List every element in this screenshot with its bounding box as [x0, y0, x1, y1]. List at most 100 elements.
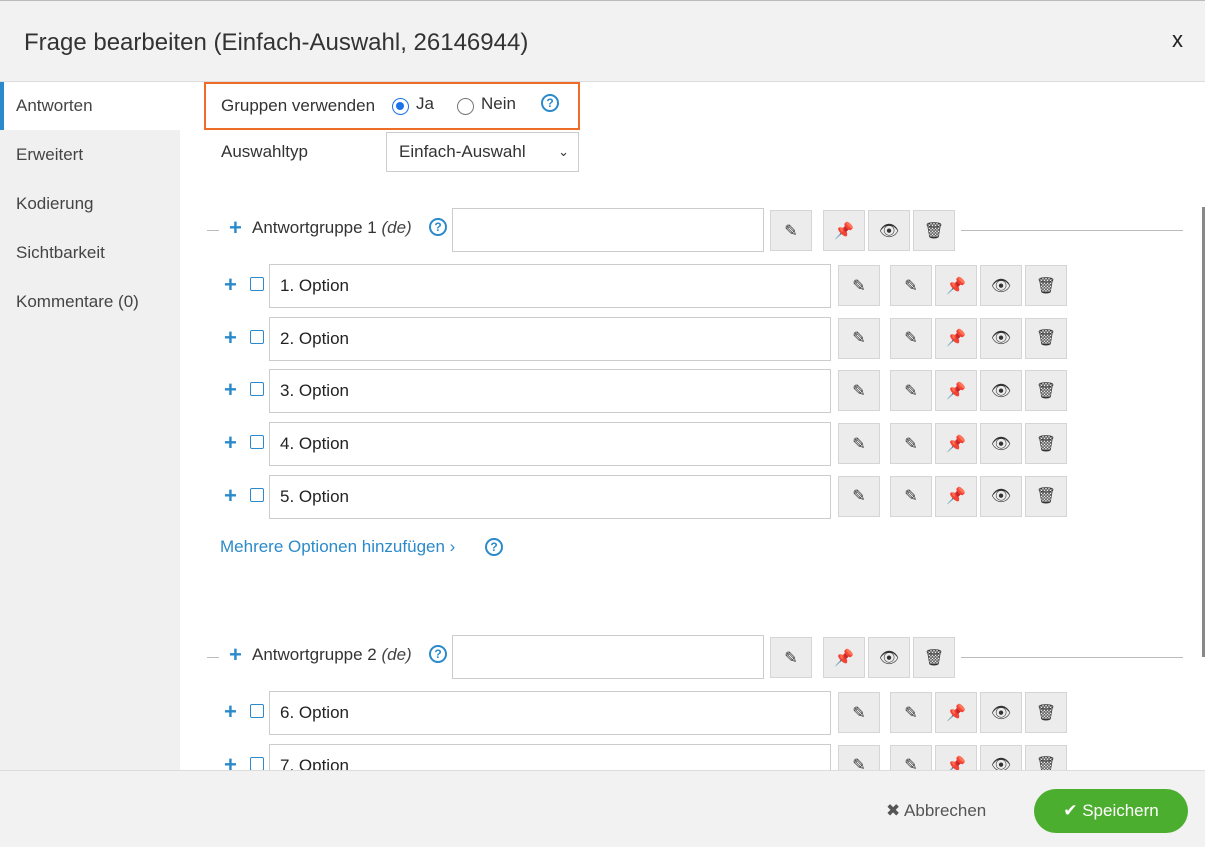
- trash-icon: 🗑: [923, 649, 945, 667]
- add-group-plus-icon[interactable]: +: [229, 644, 242, 666]
- option-brush-button[interactable]: ✎: [838, 692, 880, 733]
- option-pin-button[interactable]: 📌: [935, 265, 977, 306]
- option-checkbox[interactable]: [250, 329, 264, 344]
- close-button[interactable]: x: [1172, 27, 1183, 53]
- option-checkbox[interactable]: [250, 756, 264, 770]
- option-edit-button[interactable]: ✎: [890, 265, 932, 306]
- sidebar-item-antworten[interactable]: Antworten: [0, 82, 180, 130]
- option-pin-button[interactable]: 📌: [935, 423, 977, 465]
- group-pin-button[interactable]: 📌: [823, 637, 865, 678]
- answer-group-input[interactable]: [452, 635, 764, 679]
- group-brush-button[interactable]: ✎: [770, 210, 812, 251]
- option-delete-button[interactable]: 🗑: [1025, 423, 1067, 465]
- cancel-button[interactable]: ✖ Abbrechen: [886, 801, 986, 821]
- option-input[interactable]: 7. Option: [269, 743, 831, 770]
- brush-icon: ✎: [784, 649, 798, 667]
- option-edit-button[interactable]: ✎: [890, 744, 932, 770]
- sidebar-item-kodierung[interactable]: Kodierung: [0, 180, 180, 228]
- option-visibility-button[interactable]: 👁: [980, 423, 1022, 465]
- option-delete-button[interactable]: 🗑: [1025, 744, 1067, 770]
- add-option-plus-icon[interactable]: +: [224, 326, 237, 348]
- option-delete-button[interactable]: 🗑: [1025, 475, 1067, 517]
- option-delete-button[interactable]: 🗑: [1025, 370, 1067, 412]
- edit-icon: ✎: [904, 704, 918, 722]
- group-visibility-button[interactable]: 👁: [868, 637, 910, 678]
- add-option-plus-icon[interactable]: +: [224, 753, 237, 770]
- option-input[interactable]: 5. Option: [269, 474, 831, 519]
- option-visibility-button[interactable]: 👁: [980, 370, 1022, 412]
- answer-group-label: Antwortgruppe 2 (de): [252, 645, 412, 665]
- option-delete-button[interactable]: 🗑: [1025, 317, 1067, 359]
- option-edit-button[interactable]: ✎: [890, 692, 932, 733]
- add-group-plus-icon[interactable]: +: [229, 217, 242, 239]
- option-brush-button[interactable]: ✎: [838, 744, 880, 770]
- radio-yes[interactable]: [392, 98, 409, 115]
- option-pin-button[interactable]: 📌: [935, 317, 977, 359]
- group-delete-button[interactable]: 🗑: [913, 210, 955, 251]
- option-input[interactable]: 1. Option: [269, 264, 831, 308]
- option-input[interactable]: 6. Option: [269, 691, 831, 735]
- option-edit-button[interactable]: ✎: [890, 317, 932, 359]
- brush-icon: ✎: [852, 330, 866, 348]
- option-visibility-button[interactable]: 👁: [980, 692, 1022, 733]
- group-brush-button[interactable]: ✎: [770, 637, 812, 678]
- sidebar-item-sichtbarkeit[interactable]: Sichtbarkeit: [0, 229, 180, 277]
- option-input[interactable]: 3. Option: [269, 369, 831, 414]
- add-option-plus-icon[interactable]: +: [224, 484, 237, 506]
- add-option-plus-icon[interactable]: +: [224, 379, 237, 401]
- option-pin-button[interactable]: 📌: [935, 692, 977, 733]
- add-option-plus-icon[interactable]: +: [224, 701, 237, 723]
- answer-group-lang: (de): [381, 645, 412, 664]
- sidebar-item-erweitert[interactable]: Erweitert: [0, 131, 180, 179]
- option-checkbox[interactable]: [250, 277, 264, 291]
- save-button[interactable]: ✔ Speichern: [1034, 789, 1188, 833]
- radio-no[interactable]: [457, 98, 474, 115]
- pin-icon: 📌: [834, 649, 854, 667]
- option-checkbox[interactable]: [250, 487, 264, 502]
- option-input[interactable]: 4. Option: [269, 422, 831, 467]
- option-visibility-button[interactable]: 👁: [980, 317, 1022, 359]
- option-brush-button[interactable]: ✎: [838, 265, 880, 306]
- option-brush-button[interactable]: ✎: [838, 475, 880, 517]
- add-option-plus-icon[interactable]: +: [224, 432, 237, 454]
- option-brush-button[interactable]: ✎: [838, 370, 880, 412]
- option-edit-button[interactable]: ✎: [890, 370, 932, 412]
- option-visibility-button[interactable]: 👁: [980, 265, 1022, 306]
- use-groups-help-icon[interactable]: ?: [541, 94, 559, 112]
- answer-group-help-icon[interactable]: ?: [429, 218, 447, 236]
- option-checkbox[interactable]: [250, 704, 264, 718]
- group-pin-button[interactable]: 📌: [823, 210, 865, 251]
- option-pin-button[interactable]: 📌: [935, 370, 977, 412]
- trash-icon: 🗑: [1035, 488, 1057, 506]
- option-checkbox[interactable]: [250, 382, 264, 397]
- option-edit-button[interactable]: ✎: [890, 475, 932, 517]
- answer-group-input[interactable]: [452, 208, 764, 252]
- add-multiple-help-icon[interactable]: ?: [485, 538, 503, 556]
- sidebar-item-kommentare[interactable]: Kommentare (0): [0, 278, 180, 326]
- answer-group-help-icon[interactable]: ?: [429, 645, 447, 663]
- selection-type-value: Einfach-Auswahl: [399, 142, 526, 161]
- option-delete-button[interactable]: 🗑: [1025, 265, 1067, 306]
- add-option-plus-icon[interactable]: +: [224, 274, 237, 296]
- selection-type-select[interactable]: Einfach-Auswahl ⌄: [386, 132, 579, 172]
- radio-no-label[interactable]: Nein: [481, 94, 516, 114]
- option-pin-button[interactable]: 📌: [935, 744, 977, 770]
- option-visibility-button[interactable]: 👁: [980, 744, 1022, 770]
- edit-icon: ✎: [904, 330, 918, 348]
- group-visibility-button[interactable]: 👁: [868, 210, 910, 251]
- option-edit-button[interactable]: ✎: [890, 423, 932, 465]
- add-multiple-options-link[interactable]: Mehrere Optionen hinzufügen ›: [220, 537, 455, 557]
- option-visibility-button[interactable]: 👁: [980, 475, 1022, 517]
- option-checkbox[interactable]: [250, 435, 264, 450]
- pin-icon: 📌: [946, 704, 966, 722]
- edit-icon: ✎: [904, 488, 918, 506]
- pin-icon: 📌: [946, 382, 966, 400]
- radio-yes-label[interactable]: Ja: [416, 94, 434, 114]
- option-pin-button[interactable]: 📌: [935, 475, 977, 517]
- option-delete-button[interactable]: 🗑: [1025, 692, 1067, 733]
- pin-icon: 📌: [946, 330, 966, 348]
- option-input[interactable]: 2. Option: [269, 316, 831, 361]
- option-brush-button[interactable]: ✎: [838, 423, 880, 465]
- option-brush-button[interactable]: ✎: [838, 317, 880, 359]
- group-delete-button[interactable]: 🗑: [913, 637, 955, 678]
